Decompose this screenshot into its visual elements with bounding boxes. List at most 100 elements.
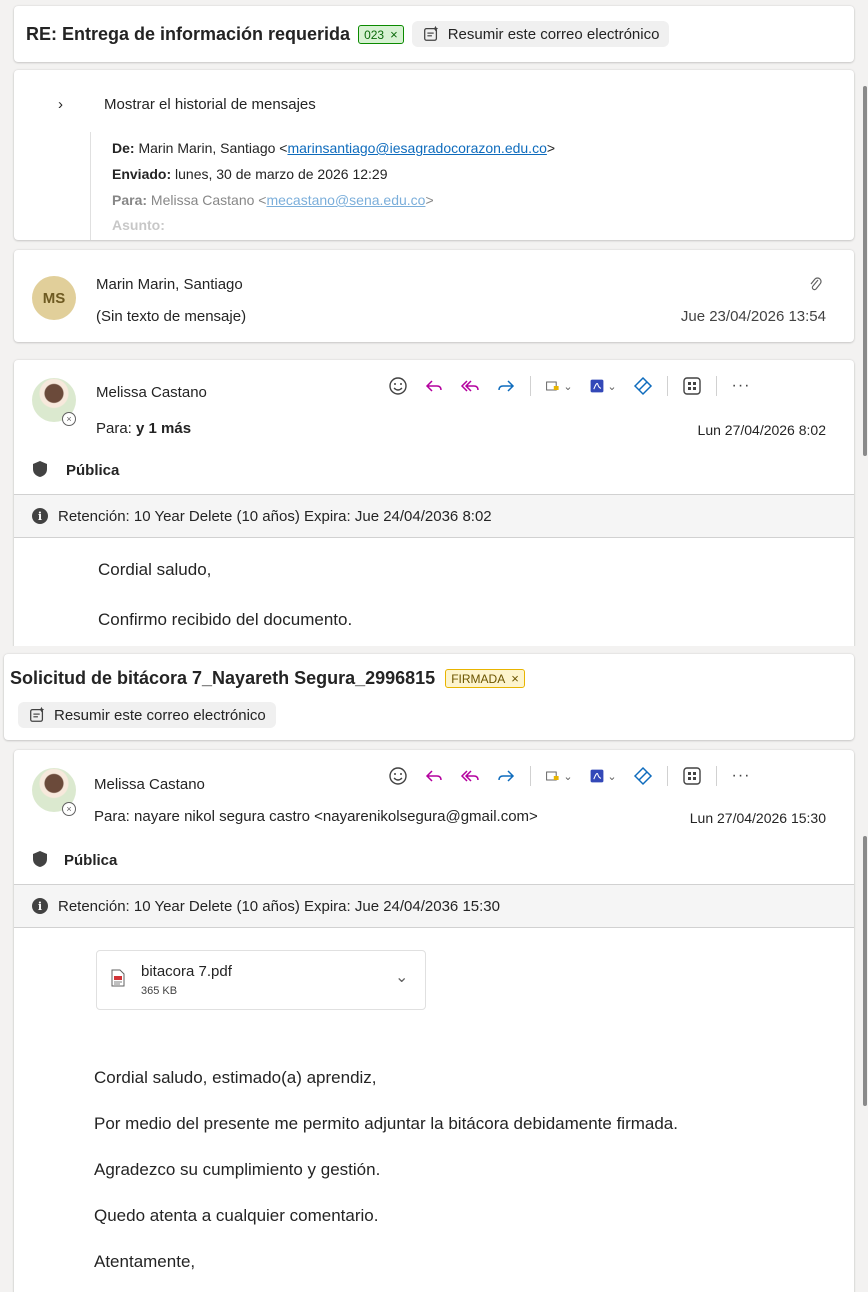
apps-icon[interactable] <box>674 762 710 790</box>
presence-icon: × <box>62 412 76 426</box>
sensitivity-label[interactable]: Pública <box>64 852 117 869</box>
body-line: Cordial saludo, estimado(a) aprendiz, <box>94 1068 377 1087</box>
pdf-icon[interactable]: ⌄ <box>581 762 625 790</box>
to-label: Para: <box>94 808 130 825</box>
category-tag[interactable]: FIRMADA × <box>445 669 525 688</box>
sender-name[interactable]: Melissa Castano <box>96 384 207 401</box>
scrollbar[interactable] <box>863 836 867 1106</box>
retention-text: Retención: 10 Year Delete (10 años) Expi… <box>58 507 492 525</box>
quote-divider <box>90 132 91 240</box>
from-close: > <box>546 140 556 156</box>
collapsed-sender: Marin Marin, Santiago <box>96 276 243 293</box>
message-toolbar: ⌄ ⌄ ··· <box>380 762 759 790</box>
loop-icon[interactable] <box>625 372 661 400</box>
toolbar-divider <box>716 376 717 396</box>
to-email-link[interactable]: mecastano@sena.edu.co <box>266 192 425 208</box>
sensitivity-label[interactable]: Pública <box>66 462 119 479</box>
close-icon[interactable]: × <box>390 27 398 42</box>
to-label: Para: <box>96 420 132 437</box>
avatar-initials: MS <box>42 289 66 307</box>
paperclip-icon <box>808 276 822 292</box>
to-value[interactable]: nayare nikol segura castro <nayarenikols… <box>134 808 538 825</box>
history-to: Para: Melissa Castano <mecastano@sena.ed… <box>112 192 434 208</box>
apps-icon[interactable] <box>674 372 710 400</box>
close-icon[interactable]: × <box>511 671 519 686</box>
body-line: Agradezco su cumplimiento y gestión. <box>94 1160 381 1179</box>
rules-icon[interactable]: ⌄ <box>537 372 581 400</box>
category-tag-label: 023 <box>364 27 385 42</box>
reply-all-icon[interactable] <box>452 372 488 400</box>
chevron-down-icon[interactable]: ⌄ <box>395 967 408 987</box>
body-line: Cordial saludo, <box>98 560 212 579</box>
to-name: Melissa Castano < <box>150 192 267 208</box>
reading-pane-1: RE: Entrega de información requerida 023… <box>0 0 868 650</box>
toolbar-divider <box>530 766 531 786</box>
avatar: MS <box>32 276 76 320</box>
collapsed-preview: (Sin texto de mensaje) <box>96 308 247 325</box>
from-label: De: <box>112 140 135 156</box>
to-close: > <box>425 192 434 208</box>
summarize-icon <box>423 25 438 41</box>
toolbar-divider <box>667 766 668 786</box>
summarize-icon <box>30 706 45 722</box>
message-toolbar: ⌄ ⌄ ··· <box>380 372 759 400</box>
attachment-card[interactable]: bitacora 7.pdf 365 KB ⌄ <box>96 950 426 1010</box>
collapsed-date: Jue 23/04/2026 13:54 <box>680 308 826 325</box>
scrollbar[interactable] <box>863 86 867 456</box>
history-from: De: Marin Marin, Santiago <marinsantiago… <box>112 140 555 156</box>
toolbar-divider <box>667 376 668 396</box>
rules-icon[interactable]: ⌄ <box>537 762 581 790</box>
emoji-icon[interactable] <box>380 372 416 400</box>
more-icon[interactable]: ··· <box>723 372 759 400</box>
to-label: Para: <box>112 192 148 208</box>
presence-icon: × <box>62 802 76 816</box>
reply-icon[interactable] <box>416 762 452 790</box>
retention-bar: i Retención: 10 Year Delete (10 años) Ex… <box>14 494 854 538</box>
subject-title: Solicitud de bitácora 7_Nayareth Segura_… <box>10 668 436 688</box>
body-line: Por medio del presente me permito adjunt… <box>94 1114 678 1133</box>
reply-all-icon[interactable] <box>452 762 488 790</box>
retention-bar: i Retención: 10 Year Delete (10 años) Ex… <box>14 884 854 928</box>
loop-icon[interactable] <box>625 762 661 790</box>
chevron-right-icon[interactable]: › <box>58 96 63 113</box>
show-history-link[interactable]: Mostrar el historial de mensajes <box>104 96 316 113</box>
summarize-label: Resumir este correo electrónico <box>447 25 660 43</box>
recipients[interactable]: Para: nayare nikol segura castro <nayare… <box>94 808 538 825</box>
more-icon[interactable]: ··· <box>723 762 759 790</box>
summarize-button[interactable]: Resumir este correo electrónico <box>411 21 670 47</box>
info-icon: i <box>32 508 48 524</box>
forward-icon[interactable] <box>488 762 524 790</box>
retention-text: Retención: 10 Year Delete (10 años) Expi… <box>58 897 500 915</box>
body-line: Quedo atenta a cualquier comentario. <box>94 1206 379 1225</box>
to-value[interactable]: y 1 más <box>136 420 191 437</box>
recipients[interactable]: Para: y 1 más <box>96 420 191 437</box>
subject-header: RE: Entrega de información requerida 023… <box>14 6 854 62</box>
message-date: Lun 27/04/2026 15:30 <box>689 810 826 826</box>
message-date: Lun 27/04/2026 8:02 <box>697 422 826 438</box>
sent-label: Enviado: <box>112 166 172 182</box>
summarize-button[interactable]: Resumir este correo electrónico <box>18 702 276 728</box>
body-line: Confirmo recibido del documento. <box>98 610 353 629</box>
message-card: × Melissa Castano Para: y 1 más ⌄ ⌄ ··· … <box>14 360 854 650</box>
from-email-link[interactable]: marinsantiago@iesagradocorazon.edu.co <box>287 140 546 156</box>
subject-label: Asunto: <box>112 217 165 233</box>
info-icon: i <box>32 898 48 914</box>
shield-icon <box>32 460 48 483</box>
file-icon <box>111 969 125 992</box>
shield-icon <box>32 850 48 873</box>
forward-icon[interactable] <box>488 372 524 400</box>
collapsed-message[interactable]: MS Marin Marin, Santiago (Sin texto de m… <box>14 250 854 342</box>
sent-value: lunes, 30 de marzo de 2026 12:29 <box>175 166 388 182</box>
history-card: › Mostrar el historial de mensajes De: M… <box>14 70 854 240</box>
pdf-icon[interactable]: ⌄ <box>581 372 625 400</box>
from-name: Marin Marin, Santiago < <box>138 140 288 156</box>
sender-name[interactable]: Melissa Castano <box>94 776 205 793</box>
toolbar-divider <box>530 376 531 396</box>
category-tag[interactable]: 023 × <box>358 24 404 44</box>
emoji-icon[interactable] <box>380 762 416 790</box>
reply-icon[interactable] <box>416 372 452 400</box>
body-line: Atentamente, <box>94 1252 196 1271</box>
history-sent: Enviado: lunes, 30 de marzo de 2026 12:2… <box>112 166 388 182</box>
subject-title: RE: Entrega de información requerida <box>26 23 351 44</box>
attachment-name: bitacora 7.pdf <box>141 963 232 980</box>
